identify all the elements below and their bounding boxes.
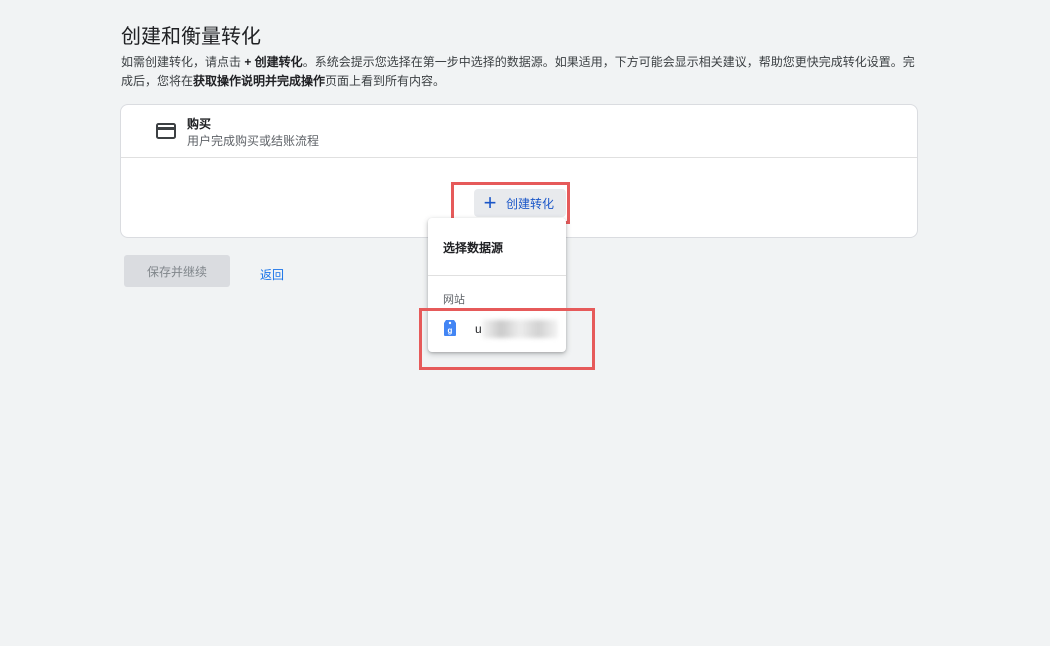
back-link[interactable]: 返回 [260, 266, 284, 283]
dropdown-heading: 选择数据源 [443, 241, 504, 255]
description-text-3: 页面上看到所有内容。 [325, 74, 446, 88]
create-conversion-label: 创建转化 [506, 196, 555, 211]
svg-text:g: g [448, 326, 453, 335]
data-source-dropdown: 选择数据源 网站 g u [428, 218, 566, 352]
conversion-card-header: 购买 用户完成购买或结账流程 [121, 105, 917, 158]
dropdown-section-label: 网站 [443, 294, 465, 306]
plus-icon: + [483, 190, 497, 215]
data-source-label: u [475, 322, 482, 336]
credit-card-icon [156, 123, 176, 139]
data-source-option-website[interactable]: g u [428, 315, 566, 343]
page-title: 创建和衡量转化 [121, 26, 261, 48]
create-conversion-button[interactable]: + 创建转化 [474, 189, 567, 217]
description-bold-create: + 创建转化 [244, 55, 303, 69]
tag-icon: g [444, 320, 456, 336]
page: 创建和衡量转化 如需创建转化，请点击 + 创建转化。系统会提示您选择在第一步中选… [0, 0, 1050, 646]
conversion-goal-title: 购买 [187, 117, 212, 131]
description-text-1: 如需创建转化，请点击 [121, 55, 245, 69]
dropdown-divider [428, 275, 566, 276]
description-bold-instructions: 获取操作说明并完成操作 [193, 74, 326, 88]
page-description: 如需创建转化，请点击 + 创建转化。系统会提示您选择在第一步中选择的数据源。如果… [121, 53, 921, 91]
redacted-text [482, 320, 558, 338]
save-and-continue-button[interactable]: 保存并继续 [124, 255, 230, 287]
conversion-goal-subtitle: 用户完成购买或结账流程 [187, 134, 320, 148]
